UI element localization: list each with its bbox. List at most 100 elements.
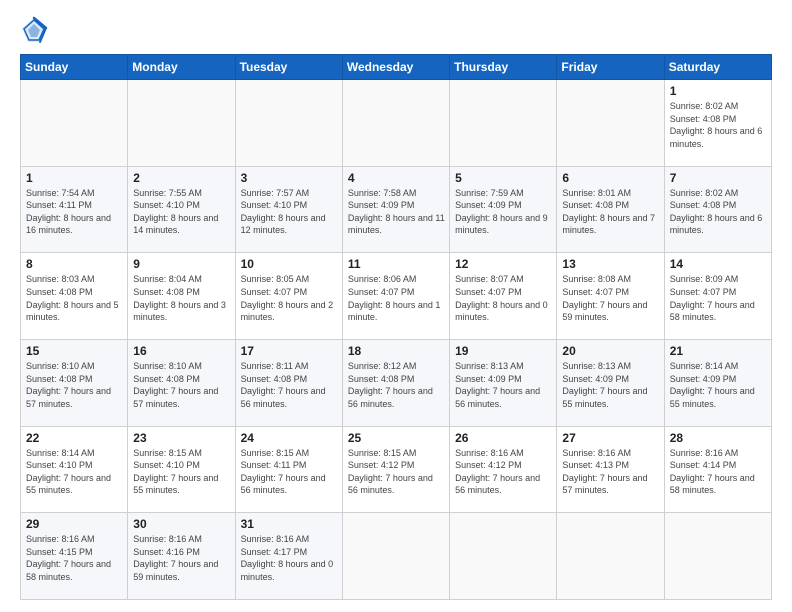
- table-row: [450, 513, 557, 600]
- table-row: 26 Sunrise: 8:16 AMSunset: 4:12 PMDayligh…: [450, 426, 557, 513]
- day-info: Sunrise: 8:16 AMSunset: 4:14 PMDaylight:…: [670, 447, 767, 497]
- table-row: 2Sunrise: 7:55 AMSunset: 4:10 PMDaylight…: [128, 166, 235, 253]
- day-info: Sunrise: 8:14 AMSunset: 4:09 PMDaylight:…: [670, 360, 767, 410]
- day-number: 16: [133, 344, 230, 358]
- logo: [20, 16, 52, 44]
- day-info: Sunrise: 8:15 AMSunset: 4:12 PMDaylight:…: [348, 447, 445, 497]
- col-friday: Friday: [557, 55, 664, 80]
- table-row: 30 Sunrise: 8:16 AMSunset: 4:16 PMDayligh…: [128, 513, 235, 600]
- day-info: Sunrise: 8:08 AMSunset: 4:07 PMDaylight:…: [562, 273, 659, 323]
- header-row: Sunday Monday Tuesday Wednesday Thursday…: [21, 55, 772, 80]
- day-info: Sunrise: 8:16 AMSunset: 4:12 PMDaylight:…: [455, 447, 552, 497]
- day-number: 5: [455, 171, 552, 185]
- day-info: Sunrise: 8:10 AMSunset: 4:08 PMDaylight:…: [26, 360, 123, 410]
- day-number: 18: [348, 344, 445, 358]
- day-number: 4: [348, 171, 445, 185]
- table-row: 25Sunrise: 8:15 AMSunset: 4:12 PMDayligh…: [342, 426, 449, 513]
- table-row: 14Sunrise: 8:09 AMSunset: 4:07 PMDayligh…: [664, 253, 771, 340]
- table-row: 6Sunrise: 8:01 AMSunset: 4:08 PMDaylight…: [557, 166, 664, 253]
- day-number: 13: [562, 257, 659, 271]
- col-monday: Monday: [128, 55, 235, 80]
- col-thursday: Thursday: [450, 55, 557, 80]
- day-info: Sunrise: 8:15 AMSunset: 4:10 PMDaylight:…: [133, 447, 230, 497]
- day-info: Sunrise: 8:12 AMSunset: 4:08 PMDaylight:…: [348, 360, 445, 410]
- table-row: [557, 80, 664, 167]
- table-row: [128, 80, 235, 167]
- logo-icon: [20, 16, 48, 44]
- day-info: Sunrise: 8:14 AMSunset: 4:10 PMDaylight:…: [26, 447, 123, 497]
- day-number: 6: [562, 171, 659, 185]
- table-row: 5 Sunrise: 7:59 AMSunset: 4:09 PMDaylight…: [450, 166, 557, 253]
- table-row: 18 Sunrise: 8:12 AMSunset: 4:08 PMDayligh…: [342, 339, 449, 426]
- col-tuesday: Tuesday: [235, 55, 342, 80]
- table-row: 1 Sunrise: 7:54 AMSunset: 4:11 PMDaylight…: [21, 166, 128, 253]
- day-info: Sunrise: 8:13 AMSunset: 4:09 PMDaylight:…: [455, 360, 552, 410]
- table-row: 28Sunrise: 8:16 AMSunset: 4:14 PMDayligh…: [664, 426, 771, 513]
- day-number: 19: [455, 344, 552, 358]
- day-number: 30: [133, 517, 230, 531]
- day-info: Sunrise: 8:15 AMSunset: 4:11 PMDaylight:…: [241, 447, 338, 497]
- day-info: Sunrise: 8:16 AMSunset: 4:15 PMDaylight:…: [26, 533, 123, 583]
- day-info: Sunrise: 8:03 AMSunset: 4:08 PMDaylight:…: [26, 273, 123, 323]
- day-number: 1: [26, 171, 123, 185]
- day-number: 9: [133, 257, 230, 271]
- table-row: [450, 80, 557, 167]
- table-row: 3Sunrise: 7:57 AMSunset: 4:10 PMDaylight…: [235, 166, 342, 253]
- table-row: 12Sunrise: 8:07 AMSunset: 4:07 PMDayligh…: [450, 253, 557, 340]
- day-info: Sunrise: 8:05 AMSunset: 4:07 PMDaylight:…: [241, 273, 338, 323]
- table-row: 21 Sunrise: 8:14 AMSunset: 4:09 PMDayligh…: [664, 339, 771, 426]
- day-number: 14: [670, 257, 767, 271]
- table-row: 31Sunrise: 8:16 AMSunset: 4:17 PMDayligh…: [235, 513, 342, 600]
- table-row: [664, 513, 771, 600]
- calendar-header: Sunday Monday Tuesday Wednesday Thursday…: [21, 55, 772, 80]
- day-number: 23: [133, 431, 230, 445]
- page: Sunday Monday Tuesday Wednesday Thursday…: [0, 0, 792, 612]
- calendar: Sunday Monday Tuesday Wednesday Thursday…: [20, 54, 772, 600]
- day-number: 22: [26, 431, 123, 445]
- day-info: Sunrise: 7:59 AMSunset: 4:09 PMDaylight:…: [455, 187, 552, 237]
- day-info: Sunrise: 8:02 AMSunset: 4:08 PMDaylight:…: [670, 187, 767, 237]
- day-number: 21: [670, 344, 767, 358]
- day-number: 11: [348, 257, 445, 271]
- calendar-row: 15Sunrise: 8:10 AMSunset: 4:08 PMDayligh…: [21, 339, 772, 426]
- table-row: 9Sunrise: 8:04 AMSunset: 4:08 PMDaylight…: [128, 253, 235, 340]
- day-info: Sunrise: 8:06 AMSunset: 4:07 PMDaylight:…: [348, 273, 445, 323]
- day-number: 12: [455, 257, 552, 271]
- day-info: Sunrise: 8:10 AMSunset: 4:08 PMDaylight:…: [133, 360, 230, 410]
- day-info: Sunrise: 7:54 AMSunset: 4:11 PMDaylight:…: [26, 187, 123, 237]
- day-info: Sunrise: 8:13 AMSunset: 4:09 PMDaylight:…: [562, 360, 659, 410]
- calendar-row: 1 Sunrise: 7:54 AMSunset: 4:11 PMDaylight…: [21, 166, 772, 253]
- day-info: Sunrise: 8:16 AMSunset: 4:17 PMDaylight:…: [241, 533, 338, 583]
- day-number: 26: [455, 431, 552, 445]
- table-row: 20 Sunrise: 8:13 AMSunset: 4:09 PMDayligh…: [557, 339, 664, 426]
- table-row: 27 Sunrise: 8:16 AMSunset: 4:13 PMDayligh…: [557, 426, 664, 513]
- table-row: [235, 80, 342, 167]
- day-info: Sunrise: 7:58 AMSunset: 4:09 PMDaylight:…: [348, 187, 445, 237]
- day-info: Sunrise: 8:02 AMSunset: 4:08 PMDaylight:…: [670, 100, 767, 150]
- day-info: Sunrise: 8:16 AMSunset: 4:13 PMDaylight:…: [562, 447, 659, 497]
- table-row: 4 Sunrise: 7:58 AMSunset: 4:09 PMDaylight…: [342, 166, 449, 253]
- table-row: 19 Sunrise: 8:13 AMSunset: 4:09 PMDayligh…: [450, 339, 557, 426]
- table-row: 29Sunrise: 8:16 AMSunset: 4:15 PMDayligh…: [21, 513, 128, 600]
- day-number: 8: [26, 257, 123, 271]
- table-row: 7 Sunrise: 8:02 AMSunset: 4:08 PMDaylight…: [664, 166, 771, 253]
- table-row: 1Sunrise: 8:02 AMSunset: 4:08 PMDaylight…: [664, 80, 771, 167]
- day-number: 20: [562, 344, 659, 358]
- day-number: 3: [241, 171, 338, 185]
- table-row: 22 Sunrise: 8:14 AMSunset: 4:10 PMDayligh…: [21, 426, 128, 513]
- table-row: 11 Sunrise: 8:06 AMSunset: 4:07 PMDayligh…: [342, 253, 449, 340]
- day-number: 17: [241, 344, 338, 358]
- header: [20, 16, 772, 44]
- col-wednesday: Wednesday: [342, 55, 449, 80]
- day-info: Sunrise: 8:16 AMSunset: 4:16 PMDaylight:…: [133, 533, 230, 583]
- day-number: 7: [670, 171, 767, 185]
- table-row: [21, 80, 128, 167]
- calendar-row: 29Sunrise: 8:16 AMSunset: 4:15 PMDayligh…: [21, 513, 772, 600]
- table-row: [342, 80, 449, 167]
- table-row: 13 Sunrise: 8:08 AMSunset: 4:07 PMDayligh…: [557, 253, 664, 340]
- day-number: 27: [562, 431, 659, 445]
- table-row: 17Sunrise: 8:11 AMSunset: 4:08 PMDayligh…: [235, 339, 342, 426]
- table-row: [342, 513, 449, 600]
- calendar-row: 22 Sunrise: 8:14 AMSunset: 4:10 PMDayligh…: [21, 426, 772, 513]
- calendar-row: 8 Sunrise: 8:03 AMSunset: 4:08 PMDaylight…: [21, 253, 772, 340]
